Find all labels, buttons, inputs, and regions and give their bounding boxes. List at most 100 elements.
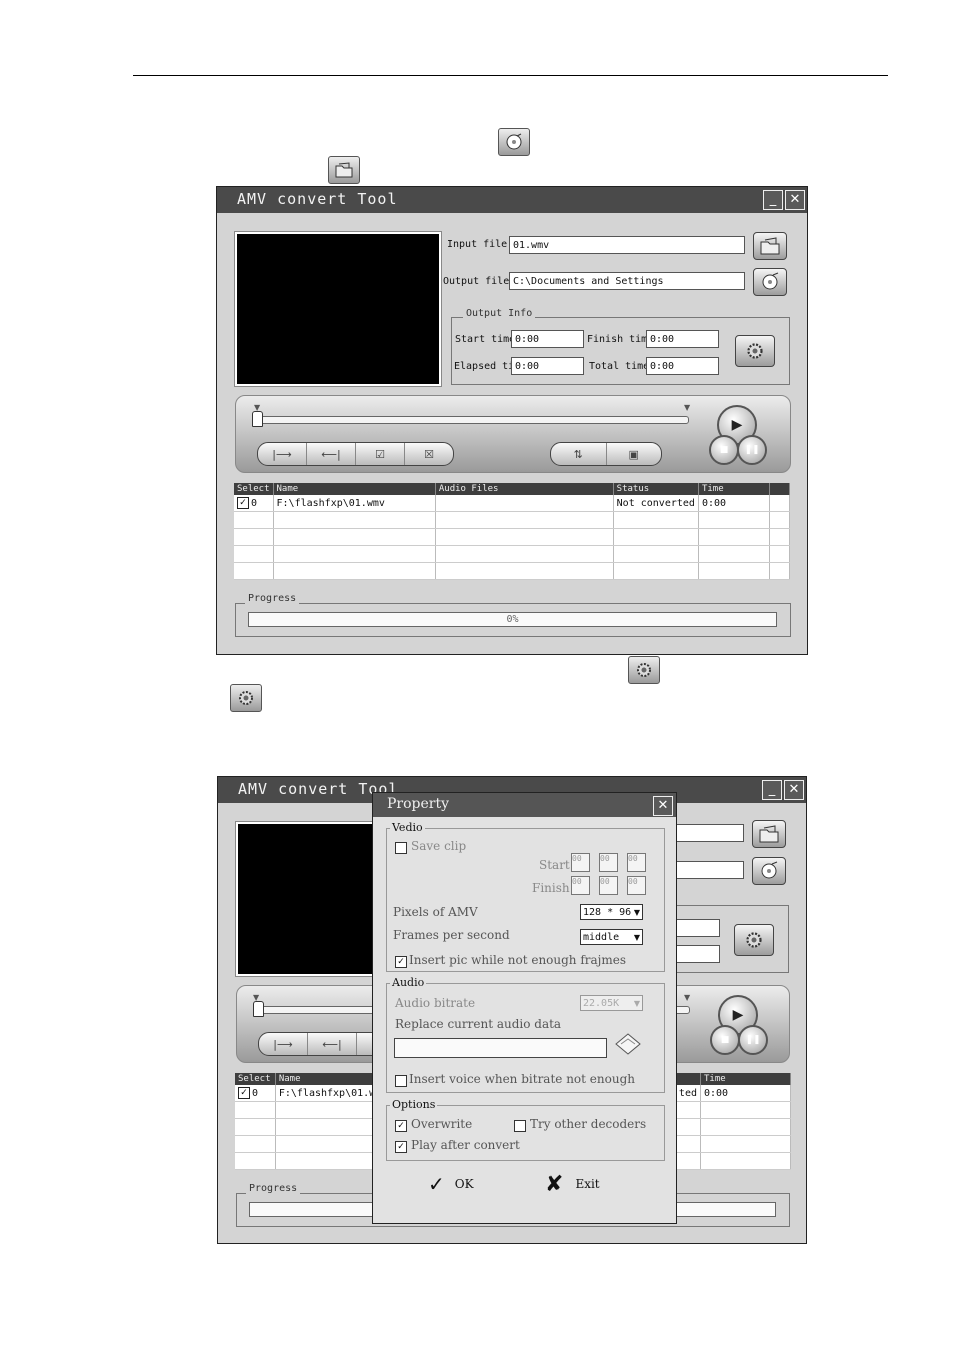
input-file-field[interactable]: 01.wmv [509, 236, 745, 254]
column-header[interactable]: Name [273, 483, 436, 495]
pixels-select[interactable]: 128 * 96 ▼ [580, 904, 643, 920]
play-after-label: Play after convert [411, 1138, 520, 1152]
save-clip-label: Save clip [411, 839, 467, 853]
open-folder-icon [759, 825, 779, 843]
stop-button[interactable]: ■ [710, 1025, 740, 1055]
dialog-title: Property [387, 796, 450, 812]
start-minute-field[interactable]: 00 [599, 853, 618, 872]
select-checkbox[interactable]: ✓ [238, 1087, 250, 1099]
input-file-field[interactable] [674, 824, 744, 842]
table-header: Select Name Audio Files Status Time [234, 483, 791, 495]
set-end-button[interactable]: ⟵| [308, 1033, 357, 1055]
browse-output-button[interactable] [753, 268, 787, 296]
insert-pic-checkbox[interactable]: ✓ [395, 956, 407, 968]
start-hour-field[interactable]: 00 [571, 853, 590, 872]
column-header[interactable]: Select [234, 483, 274, 495]
ok-button[interactable]: ✓ OK [428, 1171, 498, 1197]
fps-value: middle [583, 932, 620, 943]
close-button[interactable]: ✕ [785, 190, 805, 210]
seek-slider-handle[interactable] [253, 1001, 264, 1017]
save-clip-checkbox[interactable] [395, 842, 407, 854]
audio-bitrate-label: Audio bitrate [395, 996, 476, 1010]
browse-audio-button[interactable] [613, 1030, 643, 1058]
finish-minute-field[interactable]: 00 [599, 876, 618, 895]
name-cell: F:\flashfxp\01.wmv [273, 495, 436, 512]
insert-voice-checkbox[interactable] [395, 1075, 407, 1087]
play-icon: ▶ [732, 1007, 744, 1023]
finish-time-field[interactable] [674, 919, 720, 937]
column-header[interactable]: Select [235, 1073, 276, 1085]
finish-hour-field[interactable]: 00 [571, 876, 590, 895]
output-info-title: Output Info [463, 308, 536, 319]
remove-button[interactable]: ☒ [405, 443, 453, 465]
finish-time-label: Finish time [587, 334, 654, 345]
column-header[interactable]: Status [613, 483, 699, 495]
options-group: Options [386, 1098, 665, 1161]
status-cell: Not converted [613, 495, 699, 512]
seek-slider[interactable] [255, 416, 689, 424]
output-disc-icon [762, 272, 779, 290]
set-start-button[interactable]: |⟶ [259, 1033, 308, 1055]
set-start-button[interactable]: |⟶ [258, 443, 307, 465]
try-decoders-label: Try other decoders [530, 1117, 647, 1131]
column-header[interactable]: Time [700, 1073, 792, 1085]
settings-button[interactable] [735, 335, 775, 367]
column-header[interactable]: Audio Files [435, 483, 614, 495]
page-header-rule [133, 75, 888, 76]
play-after-checkbox[interactable]: ✓ [395, 1141, 407, 1153]
dialog-close-button[interactable]: ✕ [653, 796, 673, 816]
finish-time-field[interactable]: 0:00 [646, 330, 719, 348]
start-second-field[interactable]: 00 [627, 853, 646, 872]
play-icon: ▶ [731, 417, 743, 433]
stop-button[interactable]: ■ [709, 435, 739, 465]
output-file-field[interactable] [674, 861, 744, 879]
column-header[interactable]: Time [698, 483, 770, 495]
output-file-field[interactable]: C:\Documents and Settings [509, 272, 745, 290]
table-row [234, 511, 791, 529]
select-checkbox[interactable]: ✓ [237, 497, 249, 509]
audio-bitrate-select[interactable]: 22.05K ▼ [580, 995, 643, 1011]
minimize-button[interactable]: _ [763, 190, 783, 210]
try-decoders-checkbox[interactable] [514, 1120, 526, 1132]
insert-voice-label: Insert voice when bitrate not enough [409, 1072, 635, 1086]
settings-button[interactable] [734, 924, 774, 956]
exit-button[interactable]: ✘ Exit [545, 1171, 615, 1197]
replace-audio-field[interactable] [394, 1038, 607, 1058]
select-cell[interactable]: ✓ 0 [234, 495, 274, 512]
close-button[interactable]: ✕ [784, 780, 804, 800]
seek-slider-handle[interactable] [252, 411, 263, 427]
start-time-field[interactable]: 0:00 [511, 330, 584, 348]
minimize-button[interactable]: _ [762, 780, 782, 800]
open-folder-icon [615, 1033, 641, 1055]
browse-input-button[interactable] [752, 820, 786, 848]
progress-title: Progress [245, 593, 300, 604]
end-marker-icon: ▼ [684, 403, 691, 412]
select-cell[interactable]: ✓ 0 [235, 1085, 276, 1102]
total-time-field[interactable] [674, 945, 720, 963]
stop-icon: ■ [720, 1035, 730, 1045]
stop-square-icon: ▣ [628, 447, 639, 461]
settings-gear-icon [747, 343, 763, 359]
pause-button[interactable]: ❚❚ [737, 435, 767, 465]
start-time-label: Start time [455, 334, 516, 345]
pause-button[interactable]: ❚❚ [738, 1025, 768, 1055]
close-x-icon: ✘ [545, 1171, 564, 1197]
table-row[interactable]: ✓ 0 F:\flashfxp\01.wmv Not converted 0:00 [234, 495, 791, 512]
convert-arrows-icon: ⇅ [573, 447, 583, 461]
fps-select[interactable]: middle ▼ [580, 929, 643, 945]
overwrite-checkbox[interactable]: ✓ [395, 1120, 407, 1132]
dialog-title-bar: Property ✕ [373, 793, 676, 817]
convert-button[interactable]: ⇅ [551, 443, 607, 465]
output-disc-icon [498, 128, 530, 156]
elapsed-time-field[interactable]: 0:00 [511, 357, 584, 375]
total-time-field[interactable]: 0:00 [646, 357, 719, 375]
browse-output-button[interactable] [752, 857, 786, 885]
pause-icon: ❚❚ [745, 1035, 761, 1045]
settings-gear-icon [230, 684, 262, 712]
set-end-button[interactable]: ⟵| [307, 443, 356, 465]
select-all-button[interactable]: ☑ [356, 443, 405, 465]
finish-second-field[interactable]: 00 [627, 876, 646, 895]
pixels-value: 128 * 96 [583, 907, 632, 918]
stop-convert-button[interactable]: ▣ [607, 443, 662, 465]
browse-input-button[interactable] [753, 232, 787, 260]
